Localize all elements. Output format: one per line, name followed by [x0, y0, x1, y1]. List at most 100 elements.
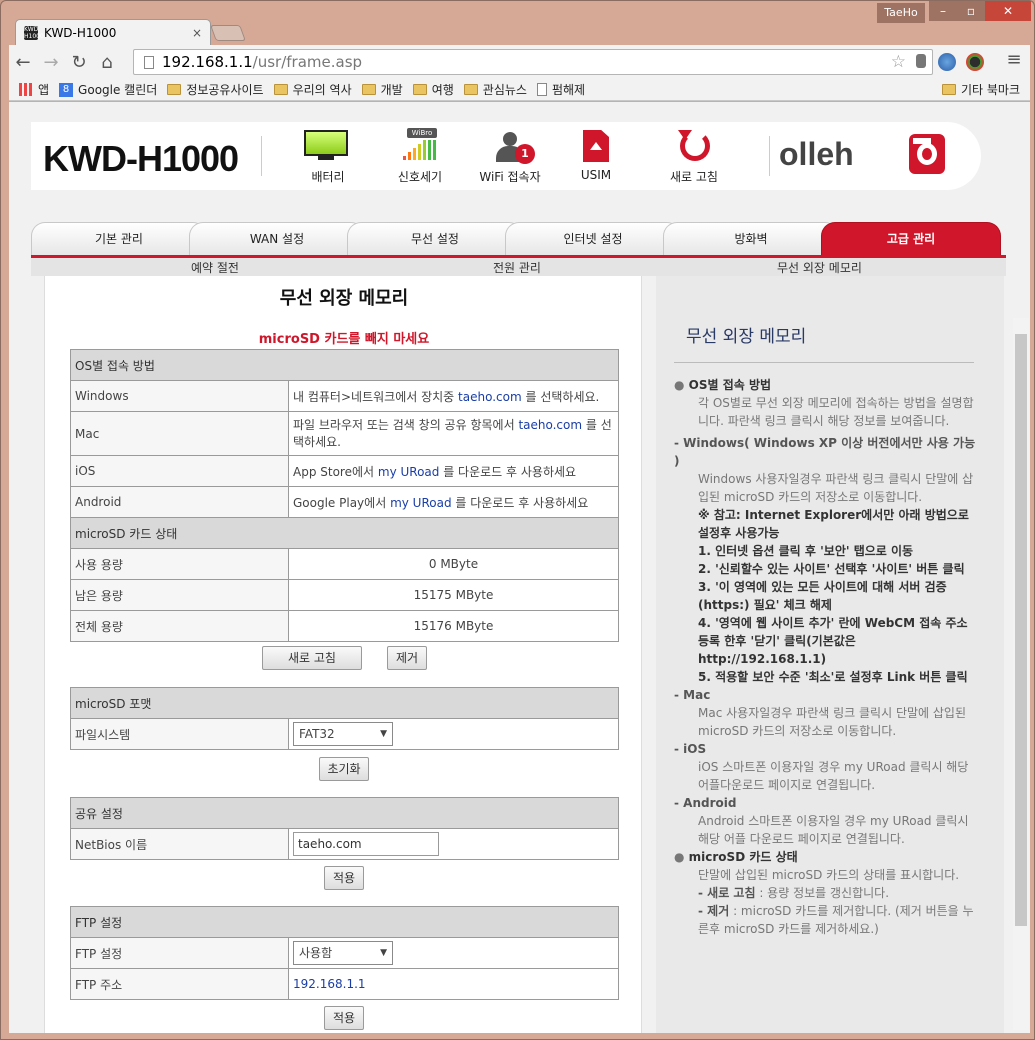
share-apply-button[interactable]: 적용: [324, 866, 364, 890]
address-bar[interactable]: 192.168.1.1/usr/frame.asp ☆: [133, 49, 933, 75]
tab-basic[interactable]: 기본 관리: [31, 222, 207, 256]
help-title: 무선 외장 메모리: [686, 327, 807, 347]
help-divider: [674, 362, 974, 363]
extension-key-icon[interactable]: [916, 54, 926, 68]
ftp-select[interactable]: 사용함 ▼: [293, 941, 393, 965]
tab-wan[interactable]: WAN 설정: [189, 222, 365, 256]
ftp-label: FTP 설정: [70, 937, 289, 969]
bookmark-apps[interactable]: 앱: [19, 81, 49, 98]
sub-navigation: 예약 절전 전원 관리 무선 외장 메모리: [31, 258, 1006, 276]
tab-advanced[interactable]: 고급 관리: [821, 222, 1001, 256]
refresh-label: 새로 고침: [670, 170, 718, 184]
section-heading: microSD 포맷: [70, 687, 619, 719]
signal-label: 신호세기: [397, 170, 443, 184]
tab-firewall[interactable]: 방화벽: [663, 222, 839, 256]
bookmark-label: Google 캘린더: [78, 83, 158, 97]
refresh-status[interactable]: 새로 고침: [649, 130, 739, 185]
forward-button[interactable]: →: [37, 52, 65, 73]
chevron-down-icon: ▼: [380, 729, 387, 739]
help-ios-heading: - iOS: [674, 742, 707, 756]
chrome-menu-icon[interactable]: ≡: [1000, 49, 1028, 70]
sd-warning: microSD 카드를 빼지 마세요: [258, 332, 430, 347]
format-button[interactable]: 초기화: [319, 757, 369, 781]
bookmark-google-calendar[interactable]: 8 Google 캘린더: [59, 81, 157, 98]
home-button[interactable]: ⌂: [93, 52, 121, 73]
new-tab-button[interactable]: [210, 25, 246, 41]
folder-icon: [412, 84, 427, 95]
os-link[interactable]: taeho.com: [518, 418, 582, 432]
section-heading: OS별 접속 방법: [70, 349, 619, 381]
ftp-apply-button[interactable]: 적용: [324, 1006, 364, 1030]
os-label: iOS: [70, 455, 289, 487]
help-sd-heading: ● microSD 카드 상태: [674, 850, 798, 864]
help-ios-text: iOS 스마트폰 이용자일 경우 my URoad 클릭시 해당 어플다운로드 …: [698, 760, 969, 792]
bookmark-label: 개발: [380, 83, 403, 97]
bookmark-star-icon[interactable]: ☆: [891, 52, 906, 72]
close-window-button[interactable]: ✕: [985, 1, 1031, 21]
folder-icon: [273, 84, 288, 95]
section-heading: microSD 카드 상태: [70, 517, 619, 549]
help-os-text: 각 OS별로 무선 외장 메모리에 접속하는 방법을 설명합니다. 파란색 링크…: [698, 396, 974, 428]
bookmark-folder[interactable]: 여행: [412, 81, 454, 98]
instruction-text: 를 다운로드 후 사용하세요: [451, 495, 589, 510]
os-link[interactable]: taeho.com: [458, 390, 522, 404]
profile-badge[interactable]: TaeHo: [877, 3, 925, 23]
battery-label: 배터리: [311, 170, 345, 184]
instruction-text: 를 다운로드 후 사용하세요: [439, 464, 577, 479]
tab-wireless[interactable]: 무선 설정: [347, 222, 523, 256]
google-icon: 8: [59, 82, 74, 97]
page-info-icon[interactable]: [144, 55, 154, 69]
subnav-wireless-storage[interactable]: 무선 외장 메모리: [777, 259, 862, 276]
tab-close-icon[interactable]: ×: [192, 26, 202, 40]
help-step: 2. '신뢰할수 있는 사이트' 선택후 '사이트' 버튼 클릭: [698, 562, 965, 576]
folder-icon: [167, 84, 182, 95]
reload-button[interactable]: ↻: [65, 52, 93, 73]
subnav-power-management[interactable]: 전원 관리: [493, 259, 541, 276]
folder-icon: [941, 84, 956, 95]
remove-button[interactable]: 제거: [387, 646, 427, 670]
tab-internet[interactable]: 인터넷 설정: [505, 222, 681, 256]
page-icon: [536, 83, 547, 96]
battery-status[interactable]: 배터리: [283, 130, 373, 185]
bookmarks-bar: 앱 8 Google 캘린더 정보공유사이트 우리의 역사 개발 여행 관심뉴스 …: [9, 79, 1030, 101]
client-count-badge: 1: [515, 144, 535, 164]
format-table: microSD 포맷 파일시스템 FAT32 ▼: [70, 687, 619, 750]
browser-tab[interactable]: KWD H1000 KWD-H1000 ×: [15, 19, 211, 45]
ftp-address-link[interactable]: 192.168.1.1: [293, 977, 366, 991]
bookmark-label: 앱: [38, 83, 50, 97]
netbios-input[interactable]: taeho.com: [293, 832, 439, 856]
section-heading: 공유 설정: [70, 797, 619, 829]
os-link[interactable]: my URoad: [378, 465, 440, 479]
help-step: 3. '이 영역에 있는 모든 사이트에 대해 서버 검증(https:) 필요…: [698, 580, 947, 612]
olleh-logo-text: olleh: [779, 136, 854, 172]
scrollbar-thumb[interactable]: [1015, 334, 1027, 926]
os-label: Android: [70, 486, 289, 518]
refresh-button[interactable]: 새로 고침: [262, 646, 362, 670]
subnav-power-saving[interactable]: 예약 절전: [191, 259, 239, 276]
color-extension-icon[interactable]: [966, 53, 984, 71]
help-sd-text: 단말에 삽입된 microSD 카드의 상태를 표시합니다.: [698, 868, 960, 882]
bookmark-folder[interactable]: 정보공유사이트: [167, 81, 264, 98]
help-scrollbar[interactable]: [1013, 318, 1029, 1030]
wifi-clients-label: WiFi 접속자: [479, 170, 541, 184]
bookmark-folder[interactable]: 관심뉴스: [463, 81, 527, 98]
other-bookmarks[interactable]: 기타 북마크: [941, 81, 1020, 98]
bookmark-page[interactable]: 펌해제: [536, 81, 585, 98]
os-access-table: OS별 접속 방법 Windows 내 컴퓨터>네트워크에서 장치중 taeho…: [70, 349, 619, 642]
os-instruction: App Store에서 my URoad 를 다운로드 후 사용하세요: [288, 455, 619, 487]
wifi-clients-status[interactable]: 1 WiFi 접속자: [465, 130, 555, 185]
main-tabs: 기본 관리 WAN 설정 무선 설정 인터넷 설정 방화벽 고급 관리: [31, 222, 1011, 256]
bookmark-folder[interactable]: 개발: [361, 81, 403, 98]
help-note: ※ 참고: Internet Explorer에서만 아래 방법으로 설정후 사…: [698, 508, 969, 540]
os-link[interactable]: my URoad: [390, 496, 452, 510]
usim-status[interactable]: USIM: [551, 130, 641, 182]
globe-extension-icon[interactable]: [938, 53, 956, 71]
minimize-button[interactable]: –: [929, 1, 957, 21]
status-value: 0 MByte: [288, 548, 619, 580]
back-button[interactable]: ←: [9, 52, 37, 73]
tab-favicon-icon: KWD H1000: [24, 25, 44, 40]
maximize-button[interactable]: ▫: [957, 1, 985, 21]
bookmark-folder[interactable]: 우리의 역사: [273, 81, 352, 98]
filesystem-select[interactable]: FAT32 ▼: [293, 722, 393, 746]
signal-status[interactable]: WiBro 신호세기: [375, 128, 465, 185]
